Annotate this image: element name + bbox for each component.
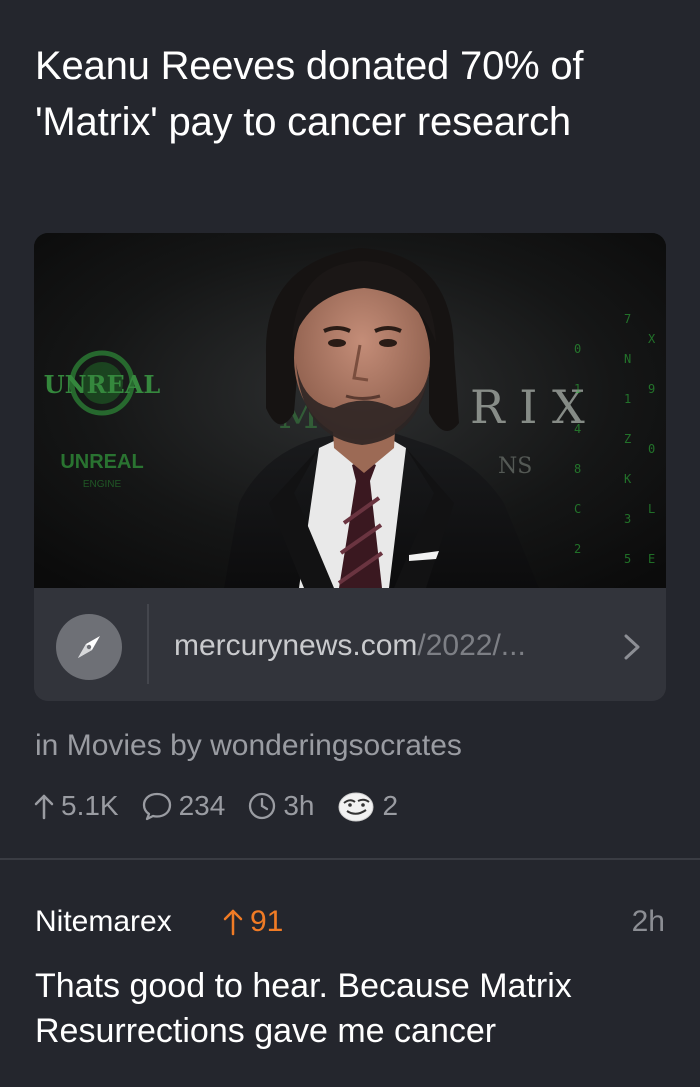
comment-bubble-icon bbox=[142, 792, 171, 821]
comment-stat[interactable]: 234 bbox=[141, 790, 226, 822]
compass-icon bbox=[56, 614, 122, 680]
svg-text:3: 3 bbox=[624, 512, 631, 526]
svg-text:K: K bbox=[624, 472, 632, 486]
chevron-right-icon bbox=[624, 634, 640, 660]
upvote-count: 5.1K bbox=[61, 790, 119, 821]
link-url[interactable]: mercurynews.com/2022/... bbox=[174, 628, 526, 664]
meta-by: by bbox=[170, 729, 202, 762]
svg-text:E: E bbox=[648, 552, 655, 566]
svg-text:1: 1 bbox=[574, 382, 581, 396]
svg-text:R I X: R I X bbox=[470, 380, 585, 434]
link-domain: mercurynews.com bbox=[174, 629, 418, 662]
svg-text:4: 4 bbox=[574, 422, 581, 436]
link-path: /2022/... bbox=[417, 629, 526, 662]
comment-score[interactable]: 91 bbox=[222, 904, 283, 940]
svg-text:2: 2 bbox=[574, 542, 581, 556]
awards-stat[interactable]: 2 bbox=[336, 789, 398, 823]
comment-score-value: 91 bbox=[250, 905, 284, 938]
author-link[interactable]: wonderingsocrates bbox=[210, 729, 462, 762]
link-preview-card[interactable]: UNREAL UNREAL ENGINE R I X NS M 0148C2 7… bbox=[34, 233, 666, 701]
svg-text:N: N bbox=[624, 352, 631, 366]
upvote-stat[interactable]: 5.1K bbox=[33, 790, 119, 822]
svg-text:9: 9 bbox=[648, 382, 655, 396]
post-meta: in Movies by wonderingsocrates bbox=[35, 728, 462, 764]
svg-text:NS: NS bbox=[498, 454, 532, 479]
award-face-icon bbox=[338, 792, 374, 822]
age-stat: 3h bbox=[247, 790, 314, 822]
arrow-up-icon bbox=[34, 794, 54, 820]
section-divider bbox=[0, 858, 700, 860]
post-stats: 5.1K 234 3h 2 bbox=[33, 786, 420, 826]
arrow-up-icon bbox=[223, 909, 243, 936]
svg-text:5: 5 bbox=[624, 552, 631, 566]
comment-body: Thats good to hear. Because Matrix Resur… bbox=[35, 967, 572, 1050]
comment-time: 2h bbox=[631, 905, 665, 938]
clock-icon bbox=[249, 792, 276, 820]
svg-text:7: 7 bbox=[624, 312, 631, 326]
post-title[interactable]: Keanu Reeves donated 70% of 'Matrix' pay… bbox=[35, 38, 665, 150]
svg-text:Z: Z bbox=[624, 432, 631, 446]
link-thumbnail-image: UNREAL UNREAL ENGINE R I X NS M 0148C2 7… bbox=[34, 233, 666, 588]
post-age: 3h bbox=[283, 790, 315, 821]
svg-text:ENGINE: ENGINE bbox=[83, 479, 122, 490]
svg-text:8: 8 bbox=[574, 462, 581, 476]
svg-text:UNREAL: UNREAL bbox=[60, 451, 143, 473]
svg-text:1: 1 bbox=[624, 392, 631, 406]
svg-text:0: 0 bbox=[574, 342, 581, 356]
svg-text:X: X bbox=[648, 332, 656, 346]
link-divider bbox=[147, 604, 149, 684]
comment-author[interactable]: Nitemarex bbox=[35, 904, 172, 940]
awards-count: 2 bbox=[382, 790, 399, 821]
svg-text:L: L bbox=[648, 502, 655, 516]
svg-text:C: C bbox=[574, 502, 581, 516]
svg-text:0: 0 bbox=[648, 442, 655, 456]
community-link[interactable]: Movies bbox=[67, 729, 162, 762]
comment-count: 234 bbox=[178, 790, 226, 821]
keanu-reeves-photo: UNREAL UNREAL ENGINE R I X NS M 0148C2 7… bbox=[34, 233, 666, 588]
meta-prefix: in bbox=[35, 729, 59, 762]
svg-text:UNREAL: UNREAL bbox=[44, 370, 161, 399]
link-bar[interactable]: mercurynews.com/2022/... bbox=[34, 588, 666, 701]
